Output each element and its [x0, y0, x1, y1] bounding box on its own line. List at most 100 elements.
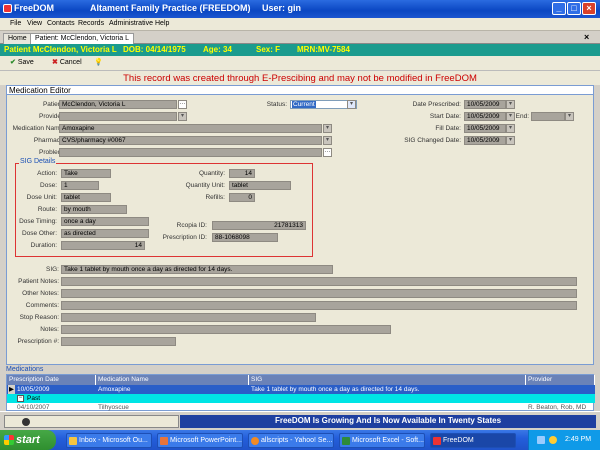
col-provider[interactable]: Provider — [526, 375, 595, 385]
dateprescribed-field[interactable]: 10/05/2009 — [464, 100, 506, 109]
medications-grid: Prescription Date Medication Name SIG Pr… — [6, 374, 595, 411]
action-field[interactable]: Take — [61, 169, 111, 178]
startdate-field[interactable]: 10/05/2009 — [464, 112, 506, 121]
col-prescription-date[interactable]: Prescription Date — [7, 375, 96, 385]
rcopia-field[interactable]: 21781313 — [212, 221, 306, 230]
status-dropdown-icon[interactable]: ▾ — [347, 100, 356, 109]
row-date: 10/05/2009 — [17, 386, 50, 393]
volume-icon[interactable] — [549, 436, 557, 444]
start-button[interactable]: start — [0, 430, 56, 450]
doseother-field[interactable]: as directed — [61, 229, 149, 238]
maximize-button[interactable]: □ — [567, 2, 581, 15]
status-label: Status: — [266, 101, 287, 108]
status-bar: FreeDOM Is Growing And Is Now Available … — [0, 411, 600, 430]
route-field[interactable]: by mouth — [61, 205, 127, 214]
doseunit-field[interactable]: tablet — [61, 193, 111, 202]
lightbulb-icon[interactable]: 💡 — [94, 58, 103, 69]
close-button[interactable]: × — [582, 2, 596, 15]
provider-label: Provider: — [38, 113, 65, 120]
menu-contacts[interactable]: Contacts — [47, 20, 75, 27]
save-button[interactable]: ✔ Save — [10, 58, 34, 69]
comments-label: Comments: — [25, 302, 59, 309]
menu-records[interactable]: Records — [78, 20, 104, 27]
row-provider: R. Beaton, Rob, MD — [528, 404, 587, 411]
row-date: 04/10/2007 — [17, 404, 50, 411]
comments-field[interactable] — [61, 301, 577, 310]
quantityunit-field[interactable]: tablet — [229, 181, 291, 190]
menu-help[interactable]: Help — [155, 20, 169, 27]
task-powerpoint[interactable]: Microsoft PowerPoint... — [157, 433, 243, 448]
task-freedom[interactable]: FreeDOM — [430, 433, 516, 448]
enddate-field[interactable] — [531, 112, 565, 121]
quantity-field[interactable]: 14 — [229, 169, 255, 178]
powerpoint-icon — [160, 437, 168, 445]
medname-field[interactable]: Amoxapine — [59, 124, 322, 133]
minimize-button[interactable]: _ — [552, 2, 566, 15]
tab-patient[interactable]: Patient: McClendon, Victoria L — [30, 33, 135, 44]
sigchanged-dropdown-icon[interactable]: ▾ — [506, 136, 515, 145]
toolbar: ✔ Save ✖ Cancel 💡 — [0, 56, 600, 71]
row-name: Tilhyoscue — [98, 404, 129, 411]
medname-dropdown-icon[interactable]: ▾ — [323, 124, 332, 133]
patientnotes-field[interactable] — [61, 277, 577, 286]
patient-mrn: MRN:MV-7584 — [297, 45, 350, 54]
enddate-dropdown-icon[interactable]: ▾ — [565, 112, 574, 121]
tab-home[interactable]: Home — [3, 33, 32, 44]
provider-dropdown-icon[interactable]: ▾ — [178, 112, 187, 121]
patient-header: Patient McClendon, Victoria L DOB: 04/14… — [0, 44, 600, 56]
patient-field[interactable]: McClendon, Victoria L — [59, 100, 177, 109]
dateprescribed-dropdown-icon[interactable]: ▾ — [506, 100, 515, 109]
row-name: Amoxapine — [98, 386, 131, 393]
prescription-label: Prescription ID: — [162, 234, 207, 241]
provider-field[interactable] — [59, 112, 177, 121]
task-outlook[interactable]: Inbox - Microsoft Ou... — [66, 433, 152, 448]
prescriptionnum-label: Prescription #: — [17, 338, 59, 345]
problem-field[interactable] — [59, 148, 322, 157]
task-firefox[interactable]: allscripts - Yahoo! Se... — [248, 433, 334, 448]
patient-label: Patient: — [42, 101, 65, 108]
col-medication-name[interactable]: Medication Name — [96, 375, 249, 385]
dosetiming-field[interactable]: once a day — [61, 217, 149, 226]
title-bar: FreeDOM Altament Family Practice (FREEDO… — [0, 0, 600, 18]
dose-field[interactable]: 1 — [61, 181, 99, 190]
problem-label: Problem: — [38, 149, 65, 156]
task-excel[interactable]: Microsoft Excel - Soft... — [339, 433, 425, 448]
table-row[interactable]: 04/10/2007 Tilhyoscue R. Beaton, Rob, MD — [7, 403, 595, 411]
col-sig[interactable]: SIG — [249, 375, 526, 385]
group-row[interactable]: − Past — [7, 394, 595, 403]
table-row[interactable]: ▶ 10/05/2009 Amoxapine Take 1 tablet by … — [7, 385, 595, 394]
sig-details-box — [15, 163, 313, 257]
prescriptionnum-field[interactable] — [61, 337, 176, 346]
pharmacy-label: Pharmacy: — [33, 137, 65, 144]
duration-field[interactable]: 14 — [61, 241, 145, 250]
close-tab-icon[interactable]: × — [584, 32, 589, 42]
network-icon[interactable] — [537, 436, 545, 444]
patient-lookup-button[interactable]: ··· — [178, 100, 187, 109]
refills-field[interactable]: 0 — [229, 193, 255, 202]
notes-field[interactable] — [61, 325, 391, 334]
othernotes-field[interactable] — [61, 289, 577, 298]
patient-sex: Sex: F — [256, 45, 281, 54]
menu-file[interactable]: File — [10, 20, 21, 27]
status-value: Current — [292, 101, 316, 108]
save-label: Save — [17, 59, 34, 66]
collapse-icon[interactable]: − — [17, 395, 24, 402]
sig-field[interactable]: Take 1 tablet by mouth once a day as dir… — [61, 265, 333, 274]
filldate-field[interactable]: 10/05/2009 — [464, 124, 506, 133]
quantity-label: Quantity: — [198, 170, 225, 177]
firefox-icon — [251, 437, 259, 445]
sigchanged-field[interactable]: 10/05/2009 — [464, 136, 506, 145]
cancel-button[interactable]: ✖ Cancel — [52, 58, 82, 69]
row-sig: Take 1 tablet by mouth once a day as dir… — [251, 386, 420, 393]
menu-view[interactable]: View — [27, 20, 42, 27]
stopreason-field[interactable] — [61, 313, 316, 322]
prescription-field[interactable]: 88-1068098 — [212, 233, 278, 242]
pharmacy-field[interactable]: CVS/pharmacy #0067 — [59, 136, 322, 145]
check-icon: ✔ — [10, 59, 16, 66]
medication-editor: Patient: McClendon, Victoria L ··· Provi… — [6, 95, 594, 365]
problem-lookup-button[interactable]: ··· — [323, 148, 332, 157]
filldate-dropdown-icon[interactable]: ▾ — [506, 124, 515, 133]
app-name: FreeDOM — [14, 3, 55, 13]
pharmacy-dropdown-icon[interactable]: ▾ — [323, 136, 332, 145]
menu-administrative[interactable]: Administrative — [109, 20, 153, 27]
